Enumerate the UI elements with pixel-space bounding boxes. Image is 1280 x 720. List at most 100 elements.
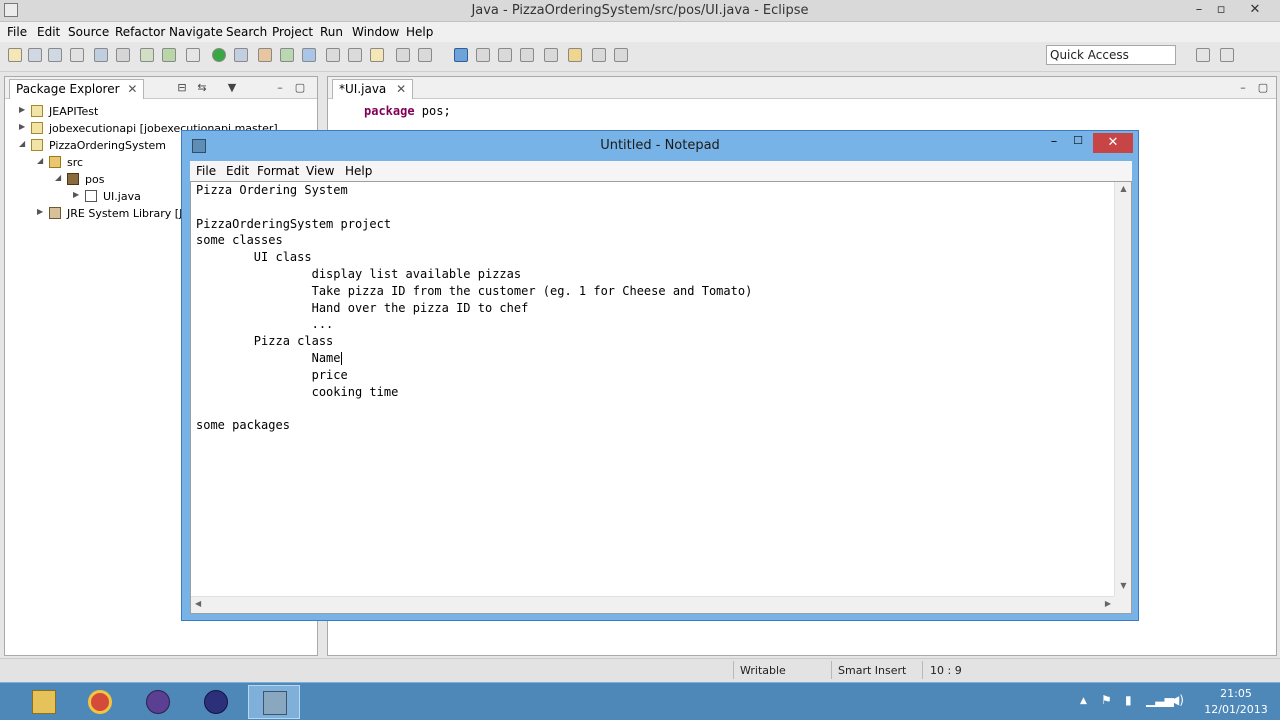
back-icon[interactable] [592,48,606,62]
menu-source[interactable]: Source [68,25,109,39]
scroll-up-icon[interactable]: ▲ [1115,184,1132,198]
previous-annotation-icon[interactable] [544,48,558,62]
last-edit-icon[interactable] [568,48,582,62]
action-center-flag-icon[interactable]: ⚑ [1101,693,1112,707]
eclipse-title-bar[interactable]: Java - PizzaOrderingSystem/src/pos/UI.ja… [0,0,1280,22]
new-package-icon[interactable] [280,48,294,62]
notepad-close-button[interactable]: ✕ [1093,133,1133,153]
menu-navigate[interactable]: Navigate [169,25,223,39]
code-keyword: package [364,104,415,118]
text-line: PizzaOrderingSystem project [196,216,392,231]
external-tools-icon[interactable] [186,48,200,62]
toggle-icon[interactable] [94,48,108,62]
collapse-all-icon[interactable]: ⊟ [175,81,189,95]
clock-date[interactable]: 12/01/2013 [1203,703,1269,716]
coverage-icon[interactable] [234,48,248,62]
menu-search[interactable]: Search [226,25,267,39]
package-explorer-tab[interactable]: Package Explorer ✕ [9,79,145,99]
taskbar-app[interactable] [132,685,184,719]
editor-tab-ui-java[interactable]: *UI.java ✕ [332,79,414,99]
collapse-arrow-icon[interactable]: ◢ [19,139,25,148]
new-class-icon[interactable] [302,48,316,62]
close-icon[interactable]: ✕ [127,82,137,96]
new-java-project-icon[interactable] [258,48,272,62]
notepad-menu-format[interactable]: Format [257,164,299,178]
expand-arrow-icon[interactable]: ▶ [73,190,79,199]
quick-access-field[interactable]: Quick Access [1046,45,1176,65]
project-icon [31,122,43,134]
text-line: Name [196,350,341,365]
notepad-menu-file[interactable]: File [196,164,216,178]
taskbar-eclipse[interactable] [190,685,242,719]
run-icon[interactable] [212,48,226,62]
notepad-maximize-button[interactable]: ☐ [1068,134,1088,154]
toggle-mark-icon[interactable] [418,48,432,62]
menu-file[interactable]: File [7,25,27,39]
notepad-menu-help[interactable]: Help [345,164,372,178]
notepad-text-area[interactable]: Pizza Ordering System PizzaOrderingSyste… [190,181,1132,614]
open-perspective-icon[interactable] [1196,48,1210,62]
expand-arrow-icon[interactable]: ▶ [37,207,43,216]
scroll-right-icon[interactable]: ▶ [1105,599,1111,608]
eclipse-minimize-button[interactable]: – [1190,2,1208,18]
notepad-minimize-button[interactable]: – [1044,134,1064,154]
print-icon[interactable] [70,48,84,62]
minimize-view-icon[interactable]: – [273,81,287,95]
toggle-annotation-icon[interactable] [396,48,410,62]
view-menu-icon[interactable]: ▼ [225,81,239,95]
volume-icon[interactable]: ◀) [1170,693,1184,707]
next-annotation-icon[interactable] [520,48,534,62]
forward-icon[interactable] [614,48,628,62]
scroll-left-icon[interactable]: ◀ [195,599,201,608]
eclipse-maximize-button[interactable]: ▫ [1212,2,1230,18]
collapse-arrow-icon[interactable]: ◢ [37,156,43,165]
link-with-editor-icon[interactable]: ⇆ [195,81,209,95]
maximize-view-icon[interactable]: ▢ [293,81,307,95]
save-icon[interactable] [28,48,42,62]
menu-project[interactable]: Project [272,25,313,39]
save-all-icon[interactable] [48,48,62,62]
notepad-menu-edit[interactable]: Edit [226,164,249,178]
debug-icon[interactable] [140,48,154,62]
scroll-down-icon[interactable]: ▼ [1115,581,1132,595]
menu-refactor[interactable]: Refactor [115,25,165,39]
clock-time[interactable]: 21:05 [1203,687,1269,700]
tree-item-label: pos [85,173,105,186]
resize-grip-icon[interactable] [1114,596,1131,613]
search-icon[interactable] [370,48,384,62]
new-icon[interactable] [8,48,22,62]
eclipse-close-button[interactable]: ✕ [1246,2,1264,18]
breadcrumb-toggle-icon[interactable] [454,48,468,62]
skip-breakpoints-icon[interactable] [162,48,176,62]
notepad-menu-view[interactable]: View [306,164,334,178]
power-icon[interactable]: ▮ [1125,693,1132,707]
open-task-icon[interactable] [348,48,362,62]
notepad-text[interactable]: Pizza Ordering System PizzaOrderingSyste… [196,182,1116,434]
text-line: Take pizza ID from the customer (eg. 1 f… [196,283,753,298]
show-hidden-icons-icon[interactable]: ▲ [1080,696,1087,706]
menu-help[interactable]: Help [406,25,433,39]
collapse-arrow-icon[interactable]: ◢ [55,173,61,182]
java-perspective-icon[interactable] [1220,48,1234,62]
taskbar-notepad[interactable] [248,685,300,719]
source-folder-icon [49,156,61,168]
vertical-scrollbar[interactable]: ▲ ▼ [1114,182,1131,597]
menu-edit[interactable]: Edit [37,25,60,39]
taskbar-file-explorer[interactable] [18,685,70,719]
horizontal-scrollbar[interactable]: ◀ ▶ [191,596,1115,613]
menu-window[interactable]: Window [352,25,399,39]
minimize-view-icon[interactable]: – [1236,81,1250,95]
notepad-title-bar[interactable]: Untitled - Notepad – ☐ ✕ [182,131,1138,161]
taskbar-chrome[interactable] [74,685,126,719]
maximize-view-icon[interactable]: ▢ [1256,81,1270,95]
show-whitespace-icon[interactable] [498,48,512,62]
mark-icon[interactable] [116,48,130,62]
block-selection-icon[interactable] [476,48,490,62]
library-icon [49,207,61,219]
code-line[interactable]: package pos; [364,104,451,118]
expand-arrow-icon[interactable]: ▶ [19,122,25,131]
menu-run[interactable]: Run [320,25,343,39]
open-type-icon[interactable] [326,48,340,62]
expand-arrow-icon[interactable]: ▶ [19,105,25,114]
close-icon[interactable]: ✕ [396,82,406,96]
